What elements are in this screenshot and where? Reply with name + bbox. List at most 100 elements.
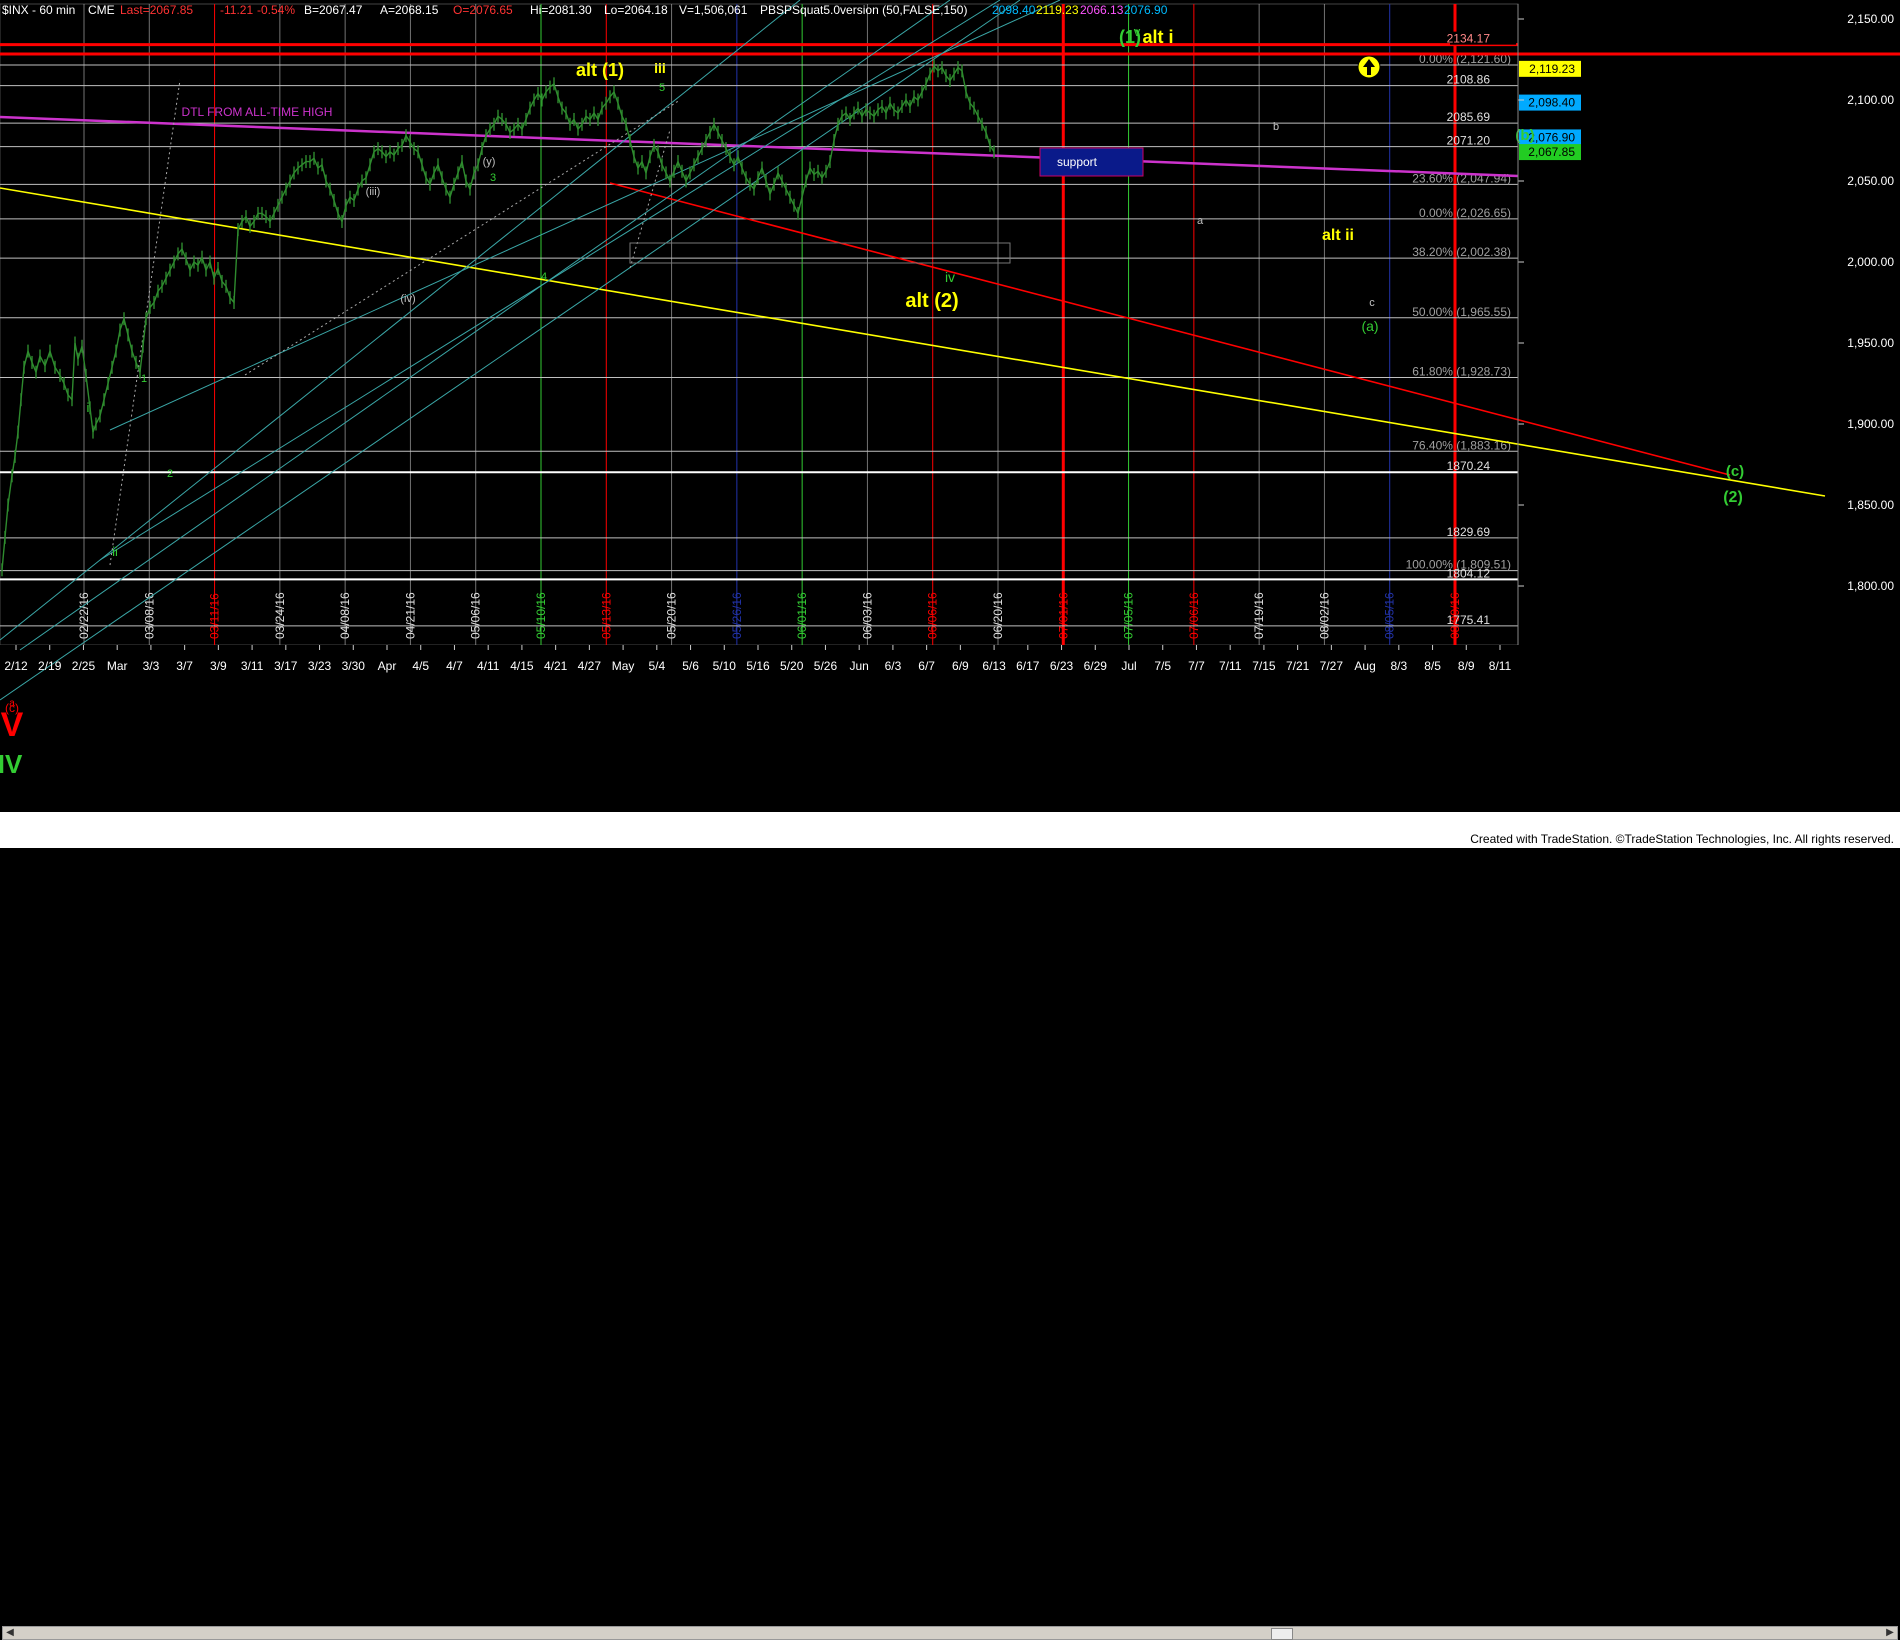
x-tick-label: 5/10 [713, 659, 737, 673]
y-tick-label: 1,800.00 [1847, 579, 1894, 593]
x-tick-label: 4/5 [412, 659, 429, 673]
level-label: 1829.69 [1447, 525, 1491, 539]
scroll-thumb[interactable] [1271, 1628, 1293, 1640]
x-tick-label: 4/21 [544, 659, 568, 673]
header-ask: A=2068.15 [380, 3, 439, 17]
x-tick-label: 5/4 [648, 659, 665, 673]
level-label: 0.00% (2,026.65) [1419, 206, 1511, 220]
wave-label: iv [945, 269, 955, 285]
x-tick-label: 7/27 [1320, 659, 1344, 673]
wave-label: (a) [1361, 318, 1378, 334]
wave-label: support [1057, 155, 1098, 169]
y-tick-label: 1,850.00 [1847, 498, 1894, 512]
x-tick-label: 7/5 [1154, 659, 1171, 673]
x-tick-label: 8/3 [1390, 659, 1407, 673]
y-tick-label: 2,150.00 [1847, 12, 1894, 26]
x-tick-label: May [612, 659, 635, 673]
wave-label: alt (2) [905, 290, 958, 312]
wave-label: 5 [659, 82, 665, 94]
price-tag-label: 2,067.85 [1528, 145, 1575, 159]
x-tick-label: 2/25 [72, 659, 96, 673]
x-tick-label: 3/3 [143, 659, 160, 673]
y-tick-label: 2,000.00 [1847, 255, 1894, 269]
header-study-value-1: 2098.40 [992, 3, 1036, 17]
y-tick-label: 1,950.00 [1847, 336, 1894, 350]
header-symbol: $INX - 60 min [2, 3, 75, 17]
date-line-label: 08/05/16 [1383, 592, 1397, 639]
wave-label: 1 [141, 373, 147, 385]
x-tick-label: 4/7 [446, 659, 463, 673]
date-line-label: 03/11/16 [208, 593, 222, 639]
x-tick-label: 2/12 [4, 659, 28, 673]
date-line-label: 06/06/16 [926, 592, 940, 639]
horizontal-scrollbar[interactable]: ◀ ▶ [2, 1626, 1898, 1640]
date-line-label: 07/19/16 [1252, 592, 1266, 639]
scroll-left-icon[interactable]: ◀ [3, 1627, 17, 1639]
date-line-label: 03/24/16 [273, 592, 287, 639]
scroll-right-icon[interactable]: ▶ [1883, 1627, 1897, 1639]
x-tick-label: 5/16 [746, 659, 770, 673]
wave-label: IV [0, 749, 23, 779]
level-label: 2134.17 [1447, 32, 1491, 46]
date-line-label: 04/21/16 [403, 592, 417, 639]
x-tick-label: 7/15 [1252, 659, 1276, 673]
date-line-label: 05/26/16 [730, 592, 744, 639]
level-label: 38.20% (2,002.38) [1412, 245, 1511, 259]
x-tick-label: 7/21 [1286, 659, 1310, 673]
wave-label: DTL FROM ALL-TIME HIGH [182, 105, 333, 119]
header-study-value-2: 2119.23 [1036, 3, 1079, 17]
wave-label: iii [654, 60, 666, 76]
price-tag-label: 2,098.40 [1528, 96, 1575, 110]
x-tick-label: 3/30 [342, 659, 366, 673]
header-high: Hi=2081.30 [530, 3, 592, 17]
x-tick-label: Jun [850, 659, 869, 673]
date-line-label: 07/01/16 [1056, 592, 1070, 639]
x-tick-label: Aug [1354, 659, 1375, 673]
date-line-label: 04/08/16 [338, 592, 352, 639]
wave-label: (iv) [400, 293, 415, 305]
x-tick-label: 6/13 [982, 659, 1006, 673]
date-line-label: 05/20/16 [665, 592, 679, 639]
wave-label: 4 [541, 271, 547, 283]
x-tick-label: Apr [378, 659, 397, 673]
header-change: -11.21 [220, 3, 253, 17]
wave-label: (y) [483, 156, 496, 168]
footer-strip: ◀ ▶ Created with TradeStation. ©TradeSta… [0, 812, 1900, 1640]
x-tick-label: 7/7 [1188, 659, 1205, 673]
wave-label: alt ii [1322, 227, 1354, 244]
x-tick-label: 5/26 [814, 659, 838, 673]
x-tick-label: 3/9 [210, 659, 227, 673]
wave-label: alt (1) [576, 60, 624, 80]
x-tick-label: 7/11 [1219, 659, 1242, 673]
x-tick-label: 5/6 [682, 659, 699, 673]
header-study-value-4: 2076.90 [1124, 3, 1168, 17]
x-tick-label: 6/29 [1084, 659, 1108, 673]
wave-label: 3 [490, 172, 496, 184]
wave-label: v [1134, 24, 1141, 39]
date-line-label: 07/06/16 [1187, 592, 1201, 639]
level-label: 2108.86 [1447, 73, 1491, 87]
wave-label: a [9, 698, 15, 709]
date-line-label: 05/10/16 [534, 592, 548, 639]
header-pct: -0.54% [257, 3, 295, 17]
wave-label: V [1, 706, 24, 744]
wave-label: i [87, 400, 90, 415]
x-tick-label: 6/3 [885, 659, 902, 673]
level-label: 61.80% (1,928.73) [1412, 364, 1511, 378]
wave-label: alt i [1142, 27, 1173, 47]
level-label: 1870.24 [1447, 459, 1491, 473]
price-chart: 02/22/16 03/08/16 03/11/16 03/24/16 04/08/16… [0, 0, 1900, 812]
header-bid: B=2067.47 [304, 3, 363, 17]
wave-label: (c) [1726, 463, 1744, 480]
x-tick-label: 3/7 [176, 659, 193, 673]
x-tick-label: 4/27 [578, 659, 602, 673]
header-study-value-3: 2066.13 [1080, 3, 1124, 17]
header-low: Lo=2064.18 [604, 3, 668, 17]
x-tick-label: 8/9 [1458, 659, 1475, 673]
level-label: 50.00% (1,965.55) [1412, 305, 1511, 319]
x-tick-label: 4/11 [477, 659, 500, 673]
x-tick-label: 2/19 [38, 659, 62, 673]
x-tick-label: 6/9 [952, 659, 969, 673]
x-tick-label: 5/20 [780, 659, 804, 673]
x-tick-label: 6/23 [1050, 659, 1074, 673]
